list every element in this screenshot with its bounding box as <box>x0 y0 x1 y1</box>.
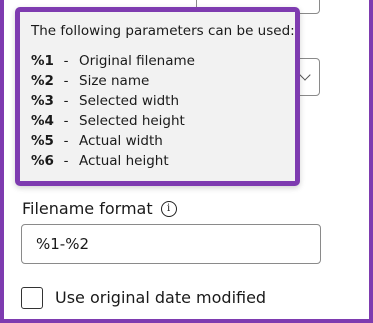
param-description: Size name <box>79 73 150 89</box>
param-dash: - <box>63 153 69 169</box>
param-row: %3 - Selected width <box>31 91 295 111</box>
use-original-date-checkbox[interactable] <box>21 287 43 309</box>
param-dash: - <box>63 53 69 69</box>
param-dash: - <box>63 133 69 149</box>
filename-format-input[interactable]: %1-%2 <box>21 224 321 264</box>
param-dash: - <box>63 73 69 89</box>
tooltip-title: The following parameters can be used: <box>31 23 295 39</box>
param-code: %3 <box>31 93 54 109</box>
param-row: %6 - Actual height <box>31 151 295 171</box>
use-original-date-label[interactable]: Use original date modified <box>55 287 266 309</box>
param-code: %6 <box>31 153 54 169</box>
param-code: %1 <box>31 53 54 69</box>
use-original-date-option[interactable]: Use original date modified <box>21 287 266 309</box>
parameters-tooltip: The following parameters can be used: %1… <box>15 7 300 186</box>
filename-format-label-text: Filename format <box>22 199 153 218</box>
param-row: %1 - Original filename <box>31 51 295 71</box>
param-description: Selected width <box>79 93 180 109</box>
param-row: %5 - Actual width <box>31 131 295 151</box>
info-icon[interactable]: i <box>160 201 177 217</box>
param-description: Actual height <box>79 153 169 169</box>
param-description: Actual width <box>79 133 163 149</box>
param-row: %2 - Size name <box>31 71 295 91</box>
param-code: %2 <box>31 73 54 89</box>
param-code: %5 <box>31 133 54 149</box>
chevron-down-icon <box>299 69 311 81</box>
param-row: %4 - Selected height <box>31 111 295 131</box>
param-code: %4 <box>31 113 54 129</box>
param-description: Selected height <box>79 113 185 129</box>
param-description: Original filename <box>79 53 195 69</box>
param-dash: - <box>63 93 69 109</box>
param-dash: - <box>63 113 69 129</box>
filename-format-label: Filename format i <box>22 198 177 220</box>
